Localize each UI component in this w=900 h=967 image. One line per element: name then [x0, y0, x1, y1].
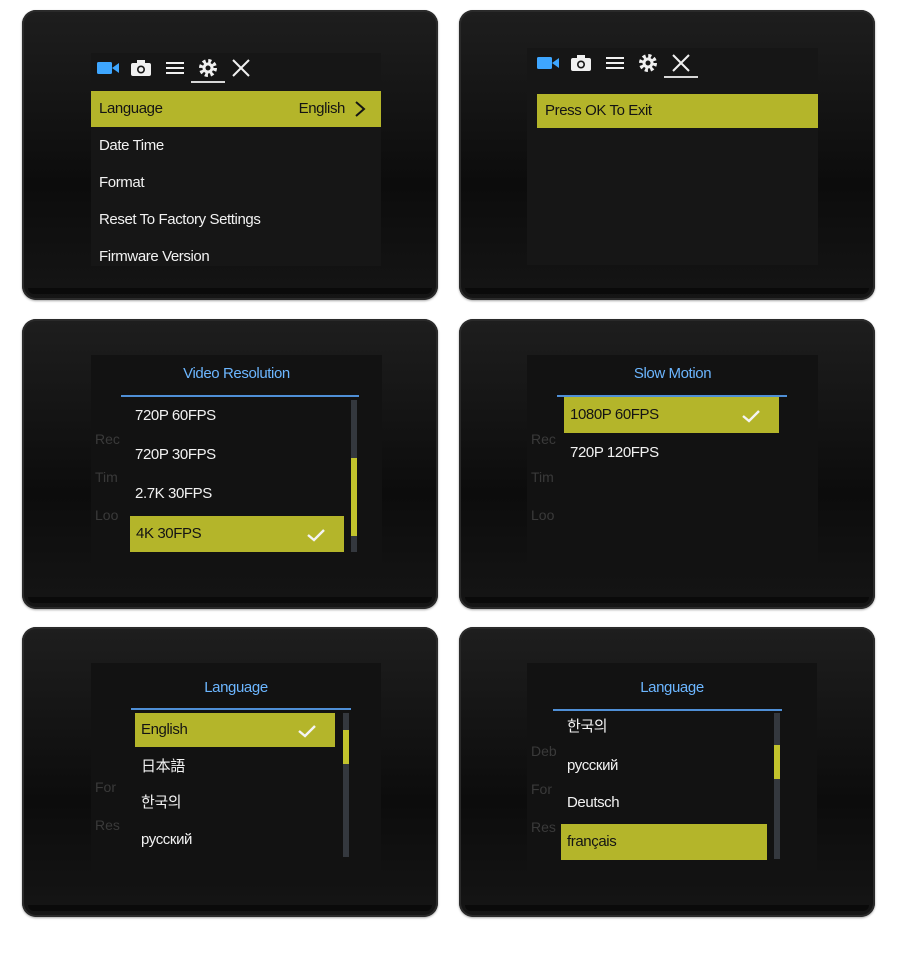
scrollbar[interactable]	[351, 400, 357, 552]
option-720p-120fps[interactable]: 720P 120FPS	[564, 435, 779, 471]
gear-icon[interactable]	[635, 52, 661, 74]
background-ghost: Rec	[531, 431, 556, 447]
background-ghost: For	[531, 781, 552, 797]
camera-icon[interactable]	[568, 52, 594, 74]
scrollbar-thumb[interactable]	[343, 730, 349, 764]
background-ghost: Tim	[531, 469, 554, 485]
slow-motion-screen: Rec Tim Loo Slow Motion 1080P 60FPS 720P…	[527, 355, 818, 573]
dialog-title: Language	[640, 679, 704, 696]
gear-icon[interactable]	[191, 57, 225, 83]
dialog-title: Language	[204, 679, 268, 696]
background-ghost: Res	[95, 817, 120, 833]
check-icon	[742, 410, 760, 423]
option-german[interactable]: Deutsch	[561, 785, 767, 821]
option-720p-30fps[interactable]: 720P 30FPS	[129, 437, 343, 473]
camera-panel-language-2: Deb For Res Language 한국의 русский Deutsch…	[459, 627, 875, 917]
option-korean[interactable]: 한국의	[135, 785, 335, 821]
video-icon[interactable]	[95, 57, 121, 79]
scrollbar-thumb[interactable]	[774, 745, 780, 779]
background-ghost: Tim	[95, 469, 118, 485]
settings-screen: Language English Date Time Format Reset …	[91, 53, 381, 266]
close-icon[interactable]	[664, 52, 698, 78]
camera-panel-language-1: For Res Language English 日本語 한국의 русский	[22, 627, 438, 917]
camera-panel-video-resolution: Rec Tim Loo Video Resolution 720P 60FPS …	[22, 319, 438, 609]
tab-bar	[91, 53, 381, 83]
camera-panel-exit: Press OK To Exit	[459, 10, 875, 300]
option-label: English	[141, 721, 188, 738]
camera-panel-settings: Language English Date Time Format Reset …	[22, 10, 438, 300]
check-icon	[298, 725, 316, 738]
scrollbar[interactable]	[343, 713, 349, 857]
option-label: 4K 30FPS	[136, 525, 202, 542]
language-screen-1: For Res Language English 日本語 한국의 русский	[91, 663, 381, 881]
menu-item-firmware[interactable]: Firmware Version	[91, 239, 381, 266]
menu-icon[interactable]	[602, 52, 628, 74]
language-screen-2: Deb For Res Language 한국의 русский Deutsch…	[527, 663, 817, 881]
option-4k-30fps[interactable]: 4K 30FPS	[130, 516, 344, 552]
option-russian[interactable]: русский	[561, 748, 767, 784]
background-ghost: Rec	[95, 431, 120, 447]
video-resolution-screen: Rec Tim Loo Video Resolution 720P 60FPS …	[91, 355, 382, 574]
exit-prompt[interactable]: Press OK To Exit	[537, 94, 818, 128]
option-label: 1080P 60FPS	[570, 406, 659, 423]
dialog-title: Slow Motion	[633, 365, 712, 382]
menu-item-date-time[interactable]: Date Time	[91, 128, 381, 164]
menu-item-label: Language	[99, 100, 163, 117]
menu-item-reset[interactable]: Reset To Factory Settings	[91, 202, 381, 238]
option-french[interactable]: français	[561, 824, 767, 860]
tab-bar	[527, 48, 818, 78]
video-icon[interactable]	[535, 52, 561, 74]
background-ghost: For	[95, 779, 116, 795]
chevron-right-icon	[355, 101, 366, 117]
language-value: English	[298, 100, 346, 117]
menu-item-format[interactable]: Format	[91, 165, 381, 201]
option-english[interactable]: English	[135, 713, 335, 747]
menu-icon[interactable]	[162, 57, 188, 79]
option-japanese[interactable]: 日本語	[135, 749, 335, 785]
dialog-title: Video Resolution	[183, 365, 290, 382]
scrollbar[interactable]	[774, 713, 780, 859]
option-korean[interactable]: 한국의	[561, 709, 767, 745]
option-1080p-60fps[interactable]: 1080P 60FPS	[564, 397, 779, 433]
title-divider	[131, 708, 351, 710]
background-ghost: Res	[531, 819, 556, 835]
option-720p-60fps[interactable]: 720P 60FPS	[129, 398, 343, 434]
exit-screen: Press OK To Exit	[527, 48, 818, 265]
option-russian[interactable]: русский	[135, 822, 335, 858]
check-icon	[307, 529, 325, 542]
camera-panel-slow-motion: Rec Tim Loo Slow Motion 1080P 60FPS 720P…	[459, 319, 875, 609]
background-ghost: Deb	[531, 743, 557, 759]
camera-icon[interactable]	[128, 57, 154, 79]
close-icon[interactable]	[228, 57, 254, 79]
title-divider	[121, 395, 359, 397]
scrollbar-thumb[interactable]	[351, 458, 357, 536]
background-ghost: Loo	[531, 507, 555, 523]
menu-item-language[interactable]: Language English	[91, 91, 381, 127]
option-2-7k-30fps[interactable]: 2.7K 30FPS	[129, 476, 343, 512]
background-ghost: Loo	[95, 507, 119, 523]
